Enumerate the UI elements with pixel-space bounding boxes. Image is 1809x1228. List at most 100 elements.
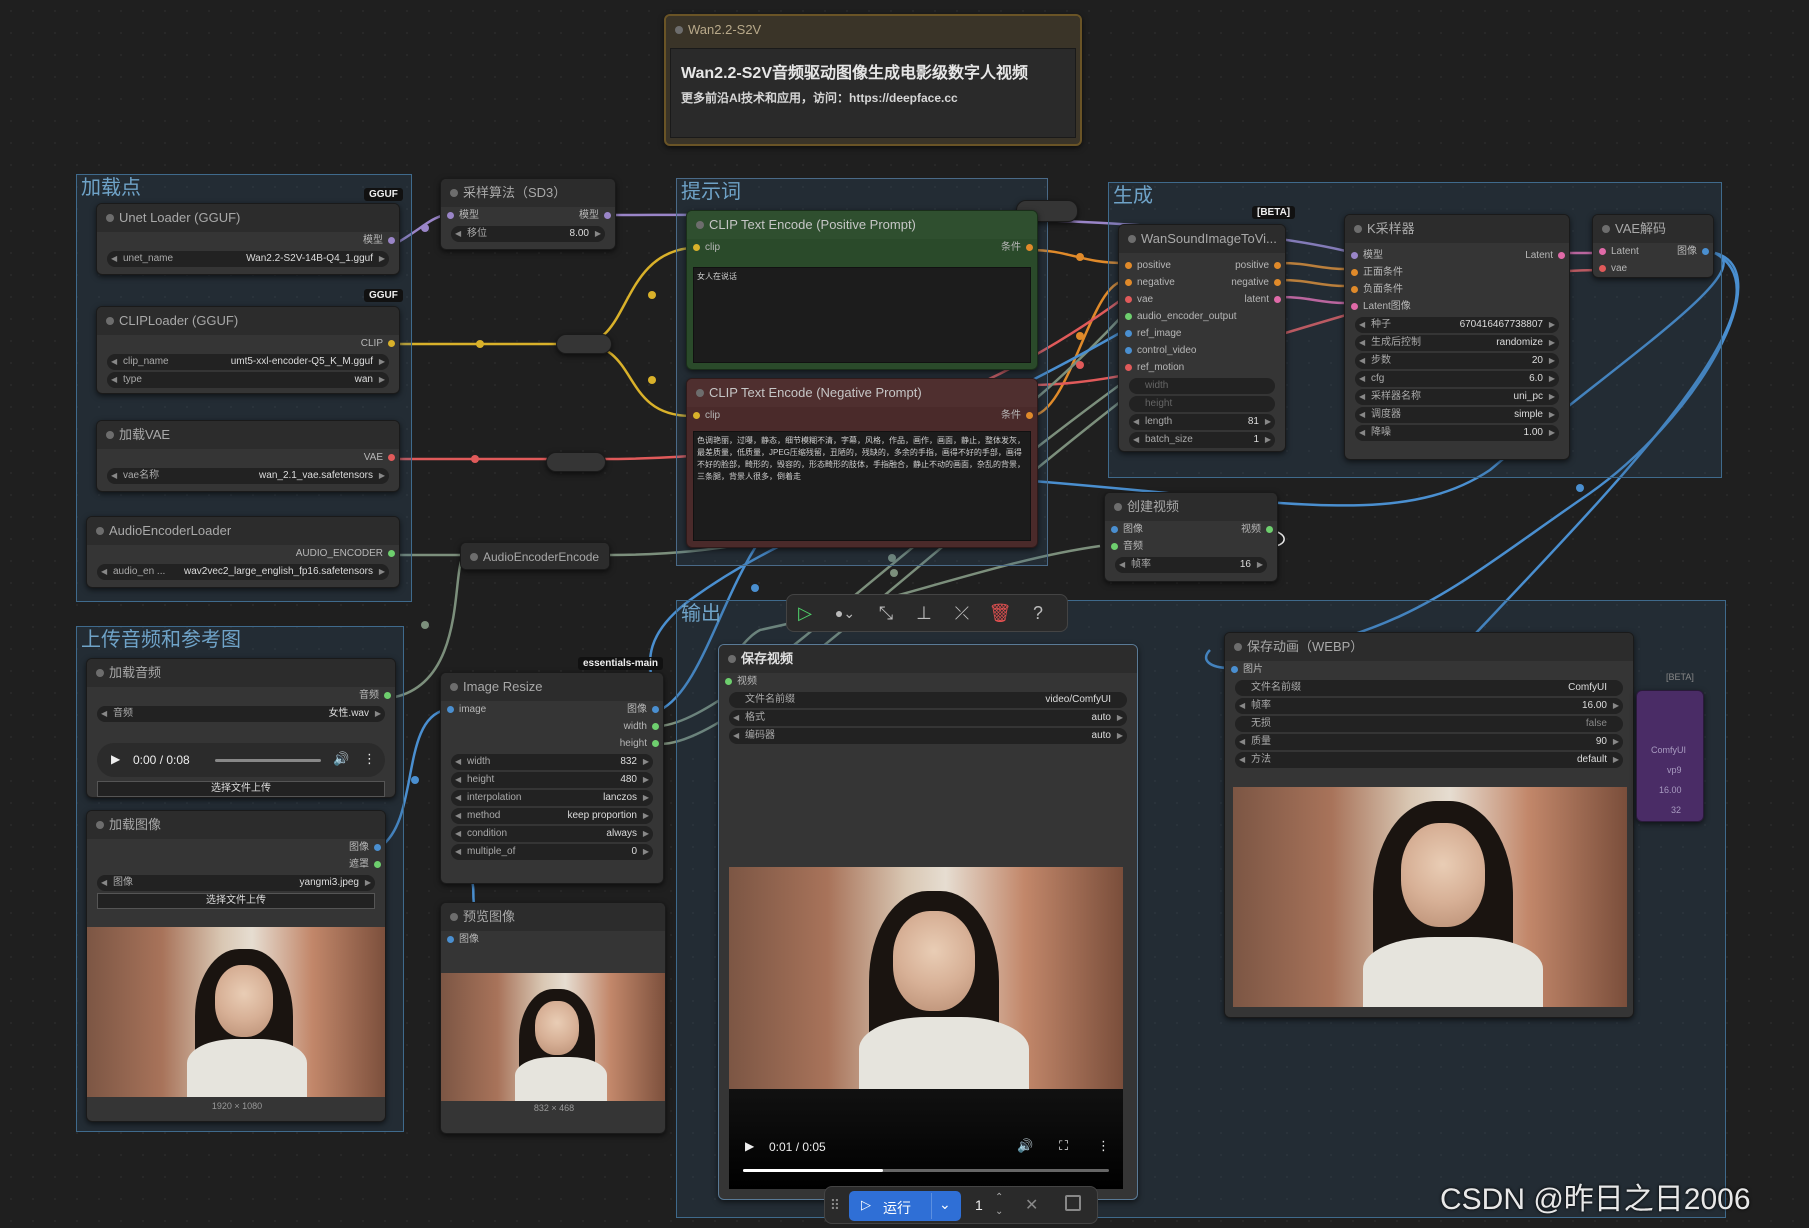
resize-output-width-dot[interactable] — [652, 723, 659, 730]
audio-encoder-output[interactable]: AUDIO_ENCODER — [87, 545, 399, 562]
pin-icon[interactable]: ⊥ — [905, 603, 943, 624]
clip-output[interactable]: CLIP — [97, 335, 399, 352]
ksampler-input-positive-dot[interactable] — [1351, 269, 1358, 276]
create-video-image-row[interactable]: 图像 视频 — [1105, 521, 1277, 538]
save-animation-fps-widget[interactable]: 帧率 16.00 — [1235, 698, 1623, 714]
load-audio-upload-button[interactable]: 选择文件上传 — [97, 781, 385, 797]
collapse-icon[interactable]: ⤫ — [943, 603, 981, 624]
run-bar[interactable]: ⠿ ▷ 运行 ⌄ 1 ⌃ ⌄ ✕ — [824, 1186, 1098, 1224]
unet-output-dot[interactable] — [388, 237, 395, 244]
clip-negative-io[interactable]: clip 条件 — [687, 407, 1037, 424]
wan-output-positive-dot[interactable] — [1274, 262, 1281, 269]
wan-input-positive[interactable]: positive positive — [1119, 257, 1285, 274]
wan-input-control-video-dot[interactable] — [1125, 347, 1132, 354]
video-volume-icon[interactable]: 🔊 — [1017, 1138, 1033, 1154]
create-video-audio-dot[interactable] — [1111, 543, 1118, 550]
image-resize-node[interactable]: Image Resize image 图像 width height width 8… — [440, 672, 664, 884]
audio-more-icon[interactable]: ⋮ — [363, 751, 376, 767]
audio-progress-bar[interactable] — [215, 759, 321, 762]
resize-output-width[interactable]: width — [441, 718, 663, 735]
video-more-icon[interactable]: ⋮ — [1097, 1138, 1110, 1154]
load-image-node[interactable]: 加载图像 图像 遮罩 图像 yangmi3.jpeg 选择文件上传 1920 × … — [86, 810, 386, 1122]
wan-input-ref-motion-dot[interactable] — [1125, 364, 1132, 371]
load-audio-output-dot[interactable] — [384, 692, 391, 699]
wan-batch-widget[interactable]: batch_size 1 — [1129, 432, 1275, 448]
resize-multiple-widget[interactable]: multiple_of 0 — [451, 844, 653, 860]
reroute-vae[interactable] — [546, 452, 606, 472]
vae-decode-output-dot[interactable] — [1702, 248, 1709, 255]
save-animation-input-dot[interactable] — [1231, 666, 1238, 673]
ksampler-steps-widget[interactable]: 步数 20 — [1355, 353, 1559, 369]
vae-decode-latent-dot[interactable] — [1599, 248, 1606, 255]
wan-input-ref-image-dot[interactable] — [1125, 330, 1132, 337]
load-image-output-image[interactable]: 图像 — [87, 839, 385, 856]
wan-input-control-video[interactable]: control_video — [1119, 342, 1285, 359]
vae-name-widget[interactable]: vae名称 wan_2.1_vae.safetensors — [107, 468, 389, 484]
ksampler-control-widget[interactable]: 生成后控制 randomize — [1355, 335, 1559, 351]
resize-output-height-dot[interactable] — [652, 740, 659, 747]
save-animation-method-widget[interactable]: 方法 default — [1235, 752, 1623, 768]
run-count[interactable]: 1 — [975, 1197, 983, 1213]
save-video-frame[interactable] — [729, 867, 1123, 1089]
save-animation-node[interactable]: 保存动画（WEBP） 图片 文件名前缀 ComfyUI 帧率 16.00 无损 fal… — [1224, 632, 1634, 1018]
wan-input-ref-image[interactable]: ref_image — [1119, 325, 1285, 342]
create-video-output-dot[interactable] — [1266, 526, 1273, 533]
load-audio-file-widget[interactable]: 音频 女性.wav — [97, 706, 385, 722]
wan-input-vae-dot[interactable] — [1125, 296, 1132, 303]
vae-decode-node[interactable]: VAE解码 Latent 图像 vae — [1592, 214, 1714, 278]
preview-input-dot[interactable] — [447, 936, 454, 943]
clip-negative-text[interactable]: 色调艳丽，过曝，静态，细节模糊不清，字幕，风格，作品，画作，画面，静止，整体发灰… — [693, 431, 1031, 541]
audio-play-icon[interactable]: ▶ — [111, 752, 120, 766]
clip-positive-input-dot[interactable] — [693, 244, 700, 251]
ksampler-input-model-dot[interactable] — [1351, 252, 1358, 259]
clip-negative-node[interactable]: CLIP Text Encode (Negative Prompt) clip … — [686, 378, 1038, 548]
vae-decode-vae-row[interactable]: vae — [1593, 260, 1713, 277]
delete-icon[interactable]: 🗑 — [981, 603, 1019, 624]
wan-input-audio[interactable]: audio_encoder_output — [1119, 308, 1285, 325]
wan-output-negative-dot[interactable] — [1274, 279, 1281, 286]
preview-image-node[interactable]: 预览图像 图像 832 × 468 — [440, 902, 666, 1134]
unet-output-model[interactable]: 模型 — [97, 232, 399, 249]
clip-negative-output-dot[interactable] — [1026, 412, 1033, 419]
ksampler-input-negative-dot[interactable] — [1351, 286, 1358, 293]
wan-s2v-node[interactable]: WanSoundImageToVi... positive positive ne… — [1118, 224, 1286, 452]
save-video-prefix-widget[interactable]: 文件名前缀 video/ComfyUI — [729, 692, 1127, 708]
wan-s2v-ports[interactable]: positive positive negative negative vae lat… — [1119, 257, 1285, 450]
resize-io-row1[interactable]: image 图像 — [441, 701, 663, 718]
load-audio-node[interactable]: 加载音频 音频 音频女性.wav ▶ 0:00 / 0:08 🔊 ⋮ 选择文件上… — [86, 658, 396, 798]
sampling-output-dot[interactable] — [604, 212, 611, 219]
ksampler-cfg-widget[interactable]: cfg 6.0 — [1355, 371, 1559, 387]
vae-loader-node[interactable]: 加载VAE VAE vae名称 wan_2.1_vae.safetensors — [96, 420, 400, 492]
run-count-stepper-icon[interactable]: ⌃ ⌄ — [995, 1191, 1003, 1219]
save-video-input-row[interactable]: 视频 — [719, 673, 1137, 690]
clear-queue-icon[interactable] — [1065, 1195, 1081, 1211]
title-note-node[interactable]: Wan2.2-S2V Wan2.2-S2V音频驱动图像生成电影级数字人视频 更多… — [664, 14, 1082, 146]
vae-decode-io[interactable]: Latent 图像 — [1593, 243, 1713, 260]
load-image-upload-button[interactable]: 选择文件上传 — [97, 893, 375, 909]
wan-input-negative[interactable]: negative negative — [1119, 274, 1285, 291]
run-button[interactable]: ▷ 运行 ⌄ — [849, 1191, 961, 1221]
save-animation-prefix-widget[interactable]: 文件名前缀 ComfyUI — [1235, 680, 1623, 696]
help-icon[interactable]: ? — [1019, 603, 1057, 624]
resize-interpolation-widget[interactable]: interpolation lanczos — [451, 790, 653, 806]
ksampler-scheduler-widget[interactable]: 调度器 simple — [1355, 407, 1559, 423]
save-video-input-dot[interactable] — [725, 678, 732, 685]
save-animation-quality-widget[interactable]: 质量 90 — [1235, 734, 1623, 750]
ksampler-output-dot[interactable] — [1558, 252, 1565, 259]
vae-output-dot[interactable] — [388, 454, 395, 461]
resize-output-height[interactable]: height — [441, 735, 663, 752]
title-note-body[interactable]: Wan2.2-S2V音频驱动图像生成电影级数字人视频 更多前沿AI技术和应用，访… — [670, 48, 1076, 138]
unet-name-widget[interactable]: unet_name Wan2.2-S2V-14B-Q4_1.gguf — [107, 251, 389, 267]
resize-method-widget[interactable]: method keep proportion — [451, 808, 653, 824]
sampling-sd3-node[interactable]: 采样算法（SD3） 模型 模型 移位 8.00 — [440, 178, 616, 250]
run-options-chevron-icon[interactable]: ⌄ — [939, 1196, 951, 1213]
vae-decode-vae-dot[interactable] — [1599, 265, 1606, 272]
wan-output-latent-dot[interactable] — [1274, 296, 1281, 303]
audio-volume-icon[interactable]: 🔊 — [333, 751, 349, 767]
load-image-file-widget[interactable]: 图像 yangmi3.jpeg — [97, 875, 375, 891]
execute-selected-icon[interactable]: ▷ — [787, 603, 823, 624]
ksampler-sampler-widget[interactable]: 采样器名称 uni_pc — [1355, 389, 1559, 405]
wan-input-ref-motion[interactable]: ref_motion — [1119, 359, 1285, 376]
clip-positive-text[interactable]: 女人在说话 — [693, 267, 1031, 363]
video-fullscreen-icon[interactable]: ⛶ — [1059, 1138, 1068, 1154]
